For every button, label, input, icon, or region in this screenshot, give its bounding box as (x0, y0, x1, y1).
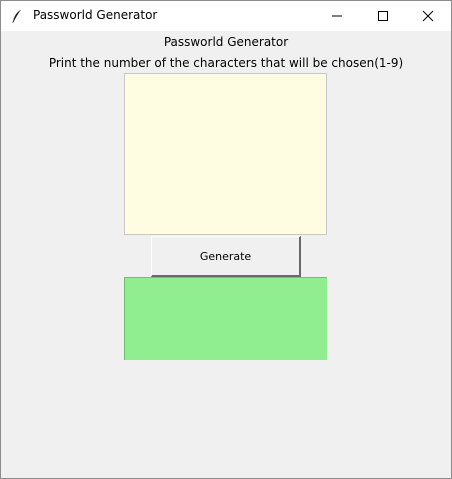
minimize-button[interactable] (314, 1, 360, 31)
app-heading: Passworld Generator (163, 35, 289, 49)
instruction-label: Print the number of the characters that … (48, 56, 404, 70)
window-content: Passworld Generator Print the number of … (1, 31, 451, 478)
window-title: Passworld Generator (33, 8, 158, 22)
app-window: Passworld Generator Passworld Generator … (0, 0, 452, 479)
maximize-button[interactable] (360, 1, 406, 31)
password-output (124, 277, 327, 360)
close-icon (422, 10, 434, 22)
title-bar[interactable]: Passworld Generator (1, 1, 451, 31)
close-button[interactable] (405, 1, 451, 31)
minimize-icon (332, 15, 342, 17)
character-count-input[interactable] (124, 73, 327, 235)
feather-icon (9, 8, 25, 24)
generate-button[interactable]: Generate (151, 236, 301, 277)
maximize-icon (378, 11, 388, 21)
